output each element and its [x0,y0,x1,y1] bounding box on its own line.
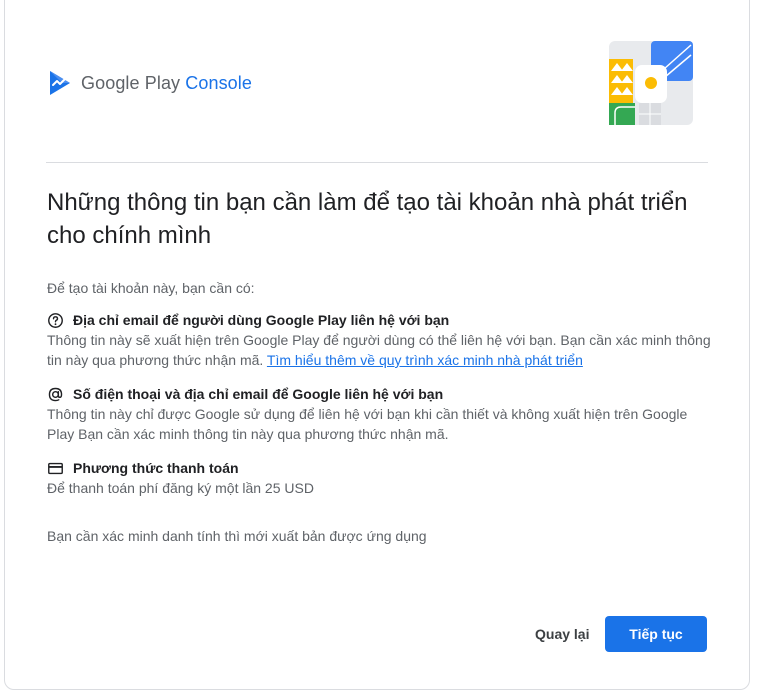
learn-more-verification-link[interactable]: Tìm hiểu thêm về quy trình xác minh nhà … [267,352,583,368]
brand-logo: Google Play Console [48,70,252,96]
requirement-header: Số điện thoại và địa chỉ email để Google… [47,384,712,404]
requirement-description: Để thanh toán phí đăng ký một lần 25 USD [47,480,314,496]
page-title: Những thông tin bạn cần làm để tạo tài k… [47,189,688,249]
brand-name: Google Play Console [81,73,252,94]
play-console-illustration [609,41,693,125]
identity-verification-note: Bạn cần xác minh danh tính thì mới xuất … [47,528,427,544]
requirement-description: Thông tin này sẽ xuất hiện trên Google P… [47,330,712,370]
requirement-payment-method: Phương thức thanh toán Để thanh toán phí… [47,458,712,498]
requirement-google-contact: Số điện thoại và địa chỉ email để Google… [47,384,712,444]
requirement-title: Phương thức thanh toán [73,460,239,476]
credit-card-icon [48,462,63,474]
help-circle-icon [48,312,63,328]
requirement-title: Địa chỉ email để người dùng Google Play … [73,312,450,328]
at-sign-icon [48,387,63,401]
requirement-title: Số điện thoại và địa chỉ email để Google… [73,386,444,402]
brand-name-part2: Console [185,72,253,93]
requirement-header: Phương thức thanh toán [47,458,712,478]
requirement-contact-email: Địa chỉ email để người dùng Google Play … [47,310,712,370]
header-divider [46,162,708,163]
continue-button[interactable]: Tiếp tục [605,616,707,652]
requirement-description: Thông tin này chỉ được Google sử dụng để… [47,406,688,442]
requirement-header: Địa chỉ email để người dùng Google Play … [47,310,712,330]
brand-name-part1: Google Play [81,72,186,93]
back-button[interactable]: Quay lại [525,617,599,651]
play-console-logo-icon [50,71,70,95]
intro-text: Để tạo tài khoản này, bạn cần có: [47,280,255,296]
